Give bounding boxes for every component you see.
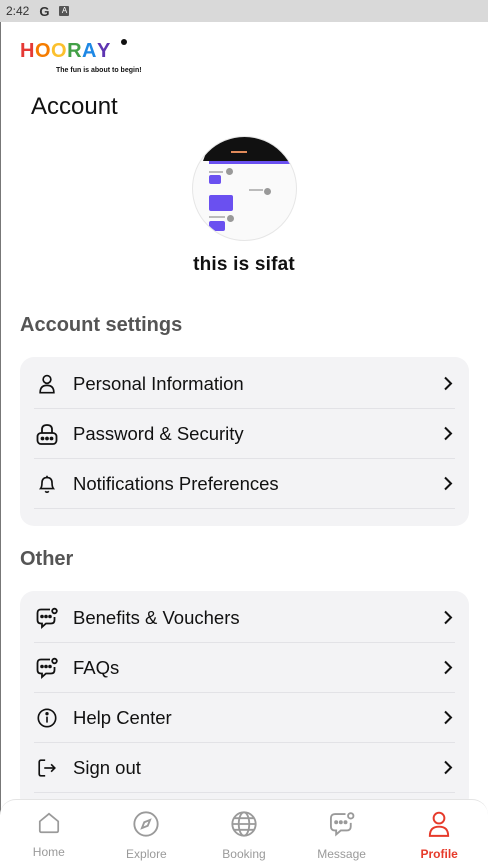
globe-icon — [230, 810, 258, 843]
logo-dot-icon — [121, 39, 127, 45]
page-title: Account — [31, 93, 118, 120]
chevron-right-icon — [441, 710, 455, 725]
profile-icon — [426, 810, 452, 843]
logo-letter: O — [51, 40, 68, 62]
avatar-image-part — [227, 215, 234, 222]
nav-label: Explore — [126, 847, 167, 861]
menu-item-label: Notifications Preferences — [73, 472, 279, 494]
avatar-image-part — [209, 195, 233, 211]
chat-badge-icon — [34, 605, 60, 631]
nav-label: Message — [317, 847, 366, 861]
avatar-image-part — [203, 137, 293, 161]
avatar[interactable] — [192, 136, 297, 241]
chevron-right-icon — [441, 426, 455, 441]
status-bar: 2:42 G A — [0, 0, 488, 22]
avatar-image-part — [249, 189, 263, 191]
menu-item-personal-information[interactable]: Personal Information — [34, 359, 455, 409]
sign-out-icon — [34, 755, 60, 781]
logo-letter: R — [67, 40, 83, 62]
avatar-image-part — [231, 151, 247, 153]
username: this is sifat — [193, 254, 295, 275]
info-icon — [34, 705, 60, 731]
nav-explore[interactable]: Explore — [98, 800, 196, 864]
avatar-image-part — [226, 168, 233, 175]
google-icon: G — [39, 3, 50, 19]
menu-item-label: Help Center — [73, 706, 172, 728]
chevron-right-icon — [441, 476, 455, 491]
menu-item-label: Personal Information — [73, 372, 244, 394]
menu-item-label: FAQs — [73, 656, 120, 678]
avatar-image-part — [209, 175, 221, 184]
avatar-image-part — [209, 161, 296, 164]
status-time: 2:42 — [6, 4, 30, 18]
chevron-right-icon — [441, 660, 455, 675]
logo-letter: Y — [96, 40, 111, 62]
window-edge — [0, 22, 1, 864]
nav-label: Booking — [222, 847, 266, 861]
logo-tagline: The fun is about to begin! — [56, 67, 142, 74]
avatar-image-part — [209, 221, 225, 231]
chevron-right-icon — [441, 376, 455, 391]
message-icon — [328, 810, 356, 843]
menu-item-help-center[interactable]: Help Center — [34, 693, 455, 743]
nav-profile[interactable]: Profile — [390, 800, 488, 864]
bottom-navigation: Home Explore Booking Message Profile — [0, 799, 488, 864]
menu-item-label: Sign out — [73, 756, 141, 778]
chevron-right-icon — [441, 760, 455, 775]
account-settings-card: Personal Information Password & Security… — [20, 357, 469, 526]
menu-item-password-security[interactable]: Password & Security — [34, 409, 455, 459]
logo-letter: O — [34, 40, 52, 62]
nav-booking[interactable]: Booking — [195, 800, 293, 864]
nav-label: Home — [32, 845, 65, 859]
other-card: Benefits & Vouchers FAQs Help Center Sig… — [20, 591, 469, 811]
menu-item-benefits-vouchers[interactable]: Benefits & Vouchers — [34, 593, 455, 643]
logo-letter: A — [82, 40, 97, 62]
hooray-logo: H O O R A Y The fun is about to begin! — [20, 39, 142, 80]
user-icon — [34, 371, 60, 397]
chevron-right-icon — [441, 610, 455, 625]
menu-item-notifications-preferences[interactable]: Notifications Preferences — [34, 459, 455, 509]
menu-item-faqs[interactable]: FAQs — [34, 643, 455, 693]
lock-icon — [34, 421, 60, 447]
home-icon — [36, 810, 62, 841]
nav-label: Profile — [420, 847, 458, 861]
nav-message[interactable]: Message — [293, 800, 391, 864]
menu-item-label: Password & Security — [73, 422, 244, 444]
notification-a-icon: A — [59, 6, 70, 16]
avatar-image-part — [209, 171, 223, 173]
compass-icon — [132, 810, 160, 843]
avatar-image-part — [264, 188, 271, 195]
menu-item-label: Benefits & Vouchers — [73, 606, 240, 628]
chat-badge-icon — [34, 655, 60, 681]
nav-home[interactable]: Home — [0, 800, 98, 864]
avatar-image-part — [209, 216, 225, 218]
bell-icon — [34, 471, 60, 497]
section-title-account-settings: Account settings — [20, 314, 183, 336]
section-title-other: Other — [20, 548, 74, 570]
menu-item-sign-out[interactable]: Sign out — [34, 743, 455, 793]
logo-letter: H — [20, 40, 35, 62]
